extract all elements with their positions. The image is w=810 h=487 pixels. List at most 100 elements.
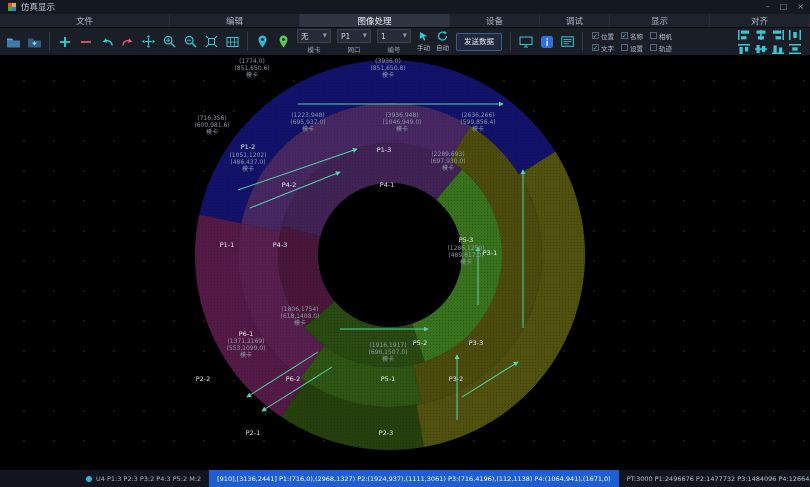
map-pin-icon	[257, 35, 268, 48]
folder-icon	[27, 36, 42, 48]
status-coordinates: [910],[3136,2441] P1:(716,0),(2968,1327)…	[209, 470, 619, 487]
redo-button[interactable]	[118, 31, 137, 53]
marker-pin-button[interactable]	[253, 31, 272, 53]
remove-button[interactable]	[76, 31, 95, 53]
chevron-down-icon: ▼	[363, 33, 367, 39]
display-option-1[interactable]: ✓位置	[592, 31, 614, 41]
add-button[interactable]	[55, 31, 74, 53]
toolbar-separator	[49, 32, 50, 51]
checkbox-checked-icon[interactable]: ✓	[592, 32, 599, 39]
ribbon-tab-6[interactable]: 显示	[610, 14, 710, 27]
move-arrows-icon	[142, 35, 155, 48]
info-icon	[541, 36, 553, 48]
chevron-down-icon: ▼	[323, 33, 327, 39]
status-left-text: U4 P1:3 P2:3 P3:2 P4:3 P5:2 M:2	[96, 475, 201, 483]
align-right-icon	[772, 30, 784, 40]
align-hcenter-icon	[755, 30, 767, 40]
align-bottom-button[interactable]	[770, 43, 785, 55]
status-bar: U4 P1:3 P2:3 P3:2 P4:3 P5:2 M:2 [910],[3…	[0, 470, 810, 487]
auto-mode-button[interactable]: 自动	[436, 31, 449, 52]
cabinet-grid-button[interactable]	[223, 31, 242, 53]
ribbon-tab-1[interactable]: 文件	[0, 14, 170, 27]
display-option-label: 文字	[601, 43, 614, 53]
align-hcenter-button[interactable]	[753, 29, 768, 41]
open-folder-icon	[6, 36, 21, 48]
ribbon-tab-2[interactable]: 编辑	[170, 14, 300, 27]
auto-mode-label: 自动	[436, 42, 449, 52]
monitor-button[interactable]	[516, 31, 535, 53]
align-left-icon	[738, 30, 750, 40]
move-tool-button[interactable]	[139, 31, 158, 53]
display-option-3[interactable]: 相机	[650, 31, 672, 41]
align-top-icon	[738, 44, 750, 54]
send-data-label: 发送数据	[464, 36, 494, 47]
index-select[interactable]: 1 ▼	[377, 29, 411, 43]
marker-pin-green-button[interactable]	[274, 31, 293, 53]
fit-view-icon	[205, 35, 218, 48]
list-icon	[561, 36, 574, 47]
minus-icon	[80, 36, 92, 48]
display-option-label: 设置	[630, 43, 643, 53]
align-left-button[interactable]	[736, 29, 751, 41]
layout-canvas[interactable]: (1774,0) (851,650.6) 模卡(3936,0) (851,650…	[0, 55, 810, 470]
distribute-v-button[interactable]	[787, 43, 802, 55]
send-data-button[interactable]: 发送数据	[456, 33, 502, 51]
monitor-icon	[519, 36, 533, 48]
checkbox-checked-icon[interactable]: ✓	[592, 44, 599, 51]
list-panel-button[interactable]	[558, 31, 577, 53]
ribbon-tab-3[interactable]: 图像处理	[300, 14, 450, 27]
align-right-button[interactable]	[770, 29, 785, 41]
checkbox-checked-icon[interactable]: ✓	[621, 32, 628, 39]
port-select-value: P1	[341, 32, 350, 41]
module-combo-group: 无 ▼ 模卡	[297, 29, 331, 54]
zoom-in-button[interactable]	[160, 31, 179, 53]
distribute-h-button[interactable]	[787, 29, 802, 41]
ribbon-tab-bar: 文件编辑图像处理设备调试显示对齐	[0, 14, 810, 28]
display-option-label: 轨迹	[659, 43, 672, 53]
undo-button[interactable]	[97, 31, 116, 53]
display-option-label: 名称	[630, 31, 643, 41]
info-button[interactable]	[537, 31, 556, 53]
manual-hand-icon	[418, 31, 429, 41]
grid-icon	[226, 36, 239, 48]
display-option-4[interactable]: ✓文字	[592, 43, 614, 53]
toolbar-separator	[247, 32, 248, 51]
status-pixel-counts: PT:3000 P1:2496676 P2:1477732 P3:1484096…	[619, 475, 810, 483]
module-select-value: 无	[301, 31, 309, 42]
checkbox-icon[interactable]	[650, 44, 657, 51]
checkbox-icon[interactable]	[621, 44, 628, 51]
close-button[interactable]: ×	[797, 3, 804, 11]
ribbon-tab-7[interactable]: 对齐	[710, 14, 810, 27]
ribbon-tab-4[interactable]: 设备	[450, 14, 540, 27]
map-pin-green-icon	[278, 35, 289, 48]
module-select-caption: 模卡	[308, 44, 321, 54]
module-select[interactable]: 无 ▼	[297, 29, 331, 43]
maximize-button[interactable]: □	[780, 3, 788, 11]
auto-cycle-icon	[437, 31, 448, 41]
toolbar-separator	[582, 32, 583, 51]
index-select-caption: 编号	[388, 44, 401, 54]
distribute-v-icon	[789, 44, 801, 54]
open-file-button[interactable]	[4, 31, 23, 53]
fit-view-button[interactable]	[202, 31, 221, 53]
align-vcenter-button[interactable]	[753, 43, 768, 55]
display-option-5[interactable]: 设置	[621, 43, 643, 53]
display-option-6[interactable]: 轨迹	[650, 43, 672, 53]
port-select[interactable]: P1 ▼	[337, 29, 371, 43]
manual-mode-label: 手动	[417, 42, 430, 52]
checkbox-icon[interactable]	[650, 32, 657, 39]
display-option-label: 相机	[659, 31, 672, 41]
align-vcenter-icon	[755, 44, 767, 54]
distribute-h-icon	[789, 30, 801, 40]
minimize-button[interactable]: –	[766, 3, 770, 11]
align-top-button[interactable]	[736, 43, 751, 55]
toolbar-separator	[510, 32, 511, 51]
save-file-button[interactable]	[25, 31, 44, 53]
manual-mode-button[interactable]: 手动	[417, 31, 430, 52]
ribbon-tab-5[interactable]: 调试	[540, 14, 610, 27]
zoom-out-button[interactable]	[181, 31, 200, 53]
status-left: U4 P1:3 P2:3 P3:2 P4:3 P5:2 M:2	[0, 475, 201, 483]
align-bottom-icon	[772, 44, 784, 54]
plus-icon	[59, 36, 71, 48]
display-option-2[interactable]: ✓名称	[621, 31, 643, 41]
